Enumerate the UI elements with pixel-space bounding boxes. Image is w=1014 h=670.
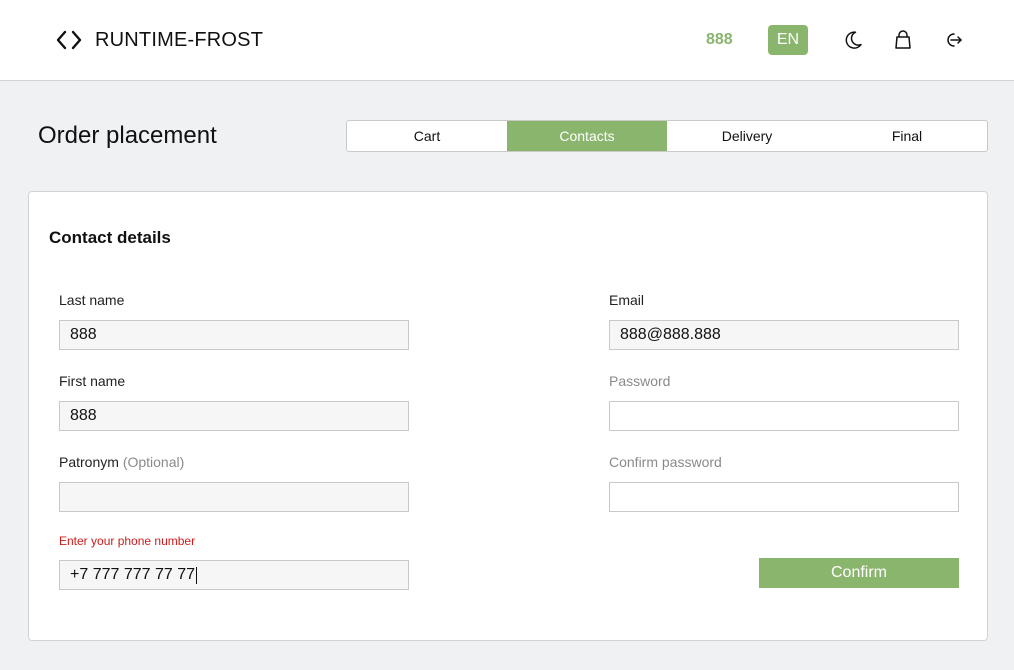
order-steps: Cart Contacts Delivery Final <box>346 120 988 152</box>
confirm-button[interactable]: Confirm <box>759 558 959 588</box>
patronym-label-text: Patronym <box>59 454 119 470</box>
balance-value: 888 <box>706 31 733 48</box>
text-caret <box>196 566 198 584</box>
step-contacts[interactable]: Contacts <box>507 121 667 151</box>
email-field[interactable]: 888@888.888 <box>609 320 959 350</box>
password-field[interactable] <box>609 401 959 431</box>
password-label: Password <box>609 373 671 389</box>
step-delivery[interactable]: Delivery <box>667 121 827 151</box>
optional-hint: (Optional) <box>122 454 185 470</box>
confirm-password-label: Confirm password <box>609 454 722 470</box>
language-button[interactable]: EN <box>768 25 808 55</box>
code-icon <box>55 27 83 53</box>
first-name-field[interactable]: 888 <box>59 401 409 431</box>
moon-icon[interactable] <box>842 29 864 51</box>
patronym-field[interactable] <box>59 482 409 512</box>
step-final[interactable]: Final <box>827 121 987 151</box>
contact-details-card: Contact details Last name 888 First name… <box>28 191 988 641</box>
phone-value: +7 777 777 77 77 <box>70 566 196 583</box>
confirm-password-field[interactable] <box>609 482 959 512</box>
step-cart[interactable]: Cart <box>347 121 507 151</box>
last-name-label: Last name <box>59 292 125 308</box>
last-name-field[interactable]: 888 <box>59 320 409 350</box>
patronym-label: Patronym (Optional) <box>59 454 184 470</box>
logo[interactable]: RUNTIME-FROST <box>55 27 263 53</box>
phone-error-message: Enter your phone number <box>59 534 196 548</box>
bag-icon[interactable] <box>892 29 914 51</box>
first-name-label: First name <box>59 373 126 389</box>
card-title: Contact details <box>49 228 171 247</box>
app-name: RUNTIME-FROST <box>95 28 264 51</box>
page-title: Order placement <box>38 122 217 149</box>
top-header: RUNTIME-FROST 888 EN <box>0 0 1014 81</box>
email-label: Email <box>609 292 645 308</box>
phone-field[interactable]: +7 777 777 77 77 <box>59 560 409 590</box>
logout-icon[interactable] <box>942 29 964 51</box>
